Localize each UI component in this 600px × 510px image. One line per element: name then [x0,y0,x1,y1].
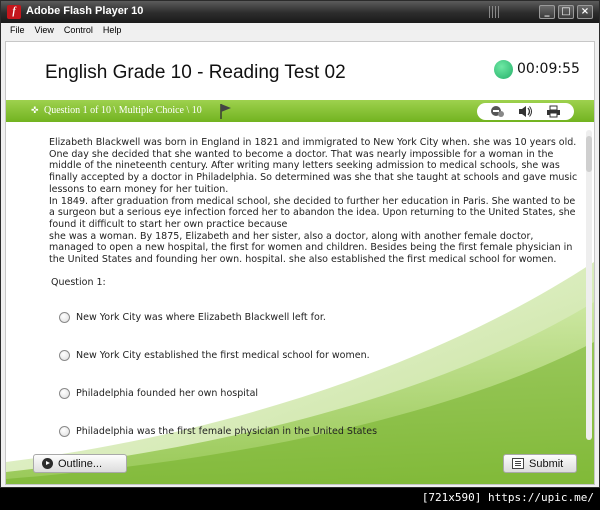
timer: 00:09:55 [517,61,580,77]
answer-text: New York City established the first medi… [76,350,370,361]
menu-bar: File View Control Help [1,23,599,39]
outline-label: Outline... [58,457,103,470]
flag-icon[interactable] [219,103,233,119]
answer-option-2[interactable]: New York City established the first medi… [59,350,370,361]
passage-paragraph: she was a woman. By 1875, Elizabeth and … [49,230,573,266]
question-bar: ✜ Question 1 of 10 \ Multiple Choice \ 1… [6,100,594,122]
answer-text: New York City was where Elizabeth Blackw… [76,312,326,323]
hint-icon[interactable] [489,105,505,119]
answer-option-3[interactable]: Philadelphia founded her own hospital [59,388,258,399]
flash-icon: f [7,5,21,19]
toolbar [477,103,574,120]
close-button[interactable]: × [577,5,593,19]
reading-passage: Elizabeth Blackwell was born in England … [49,137,581,266]
question-info: Question 1 of 10 \ Multiple Choice \ 10 [44,105,202,116]
print-icon[interactable] [546,105,562,119]
passage-paragraph: Elizabeth Blackwell was born in England … [49,137,578,195]
bullet-icon: ✜ [31,106,39,116]
list-icon [512,458,524,469]
answer-text: Philadelphia was the first female physic… [76,426,378,437]
radio-button[interactable] [59,426,70,437]
test-content: English Grade 10 - Reading Test 02 00:09… [5,41,595,485]
play-icon [42,458,53,469]
menu-control[interactable]: Control [59,23,98,39]
answer-text: Philadelphia founded her own hospital [76,388,259,399]
vertical-scrollbar[interactable] [586,130,592,440]
passage-paragraph: In 1849. after graduation from medical s… [49,195,576,230]
radio-button[interactable] [59,350,70,361]
minimize-button[interactable]: _ [539,5,555,19]
outline-button[interactable]: Outline... [33,454,127,473]
menu-help[interactable]: Help [98,23,127,39]
timer-indicator-icon [494,60,513,79]
menu-file[interactable]: File [5,23,30,39]
radio-button[interactable] [59,312,70,323]
answer-option-4[interactable]: Philadelphia was the first female physic… [59,426,377,437]
submit-button[interactable]: Submit [503,454,577,473]
audio-icon[interactable] [517,105,533,119]
flash-player-window: f Adobe Flash Player 10 _ □ × File View … [0,0,600,488]
window-title: Adobe Flash Player 10 [26,5,144,17]
submit-label: Submit [529,457,564,470]
radio-button[interactable] [59,388,70,399]
title-bar: f Adobe Flash Player 10 _ □ × [1,1,599,23]
maximize-button[interactable]: □ [558,5,574,19]
answer-option-1[interactable]: New York City was where Elizabeth Blackw… [59,312,326,323]
scrollbar-thumb[interactable] [586,136,592,172]
test-header: English Grade 10 - Reading Test 02 00:09… [6,42,594,100]
watermark: [721x590] https://upic.me/ [421,491,594,504]
grip-icon [489,6,499,18]
question-label: Question 1: [51,277,106,288]
page-title: English Grade 10 - Reading Test 02 [45,62,346,83]
menu-view[interactable]: View [30,23,59,39]
